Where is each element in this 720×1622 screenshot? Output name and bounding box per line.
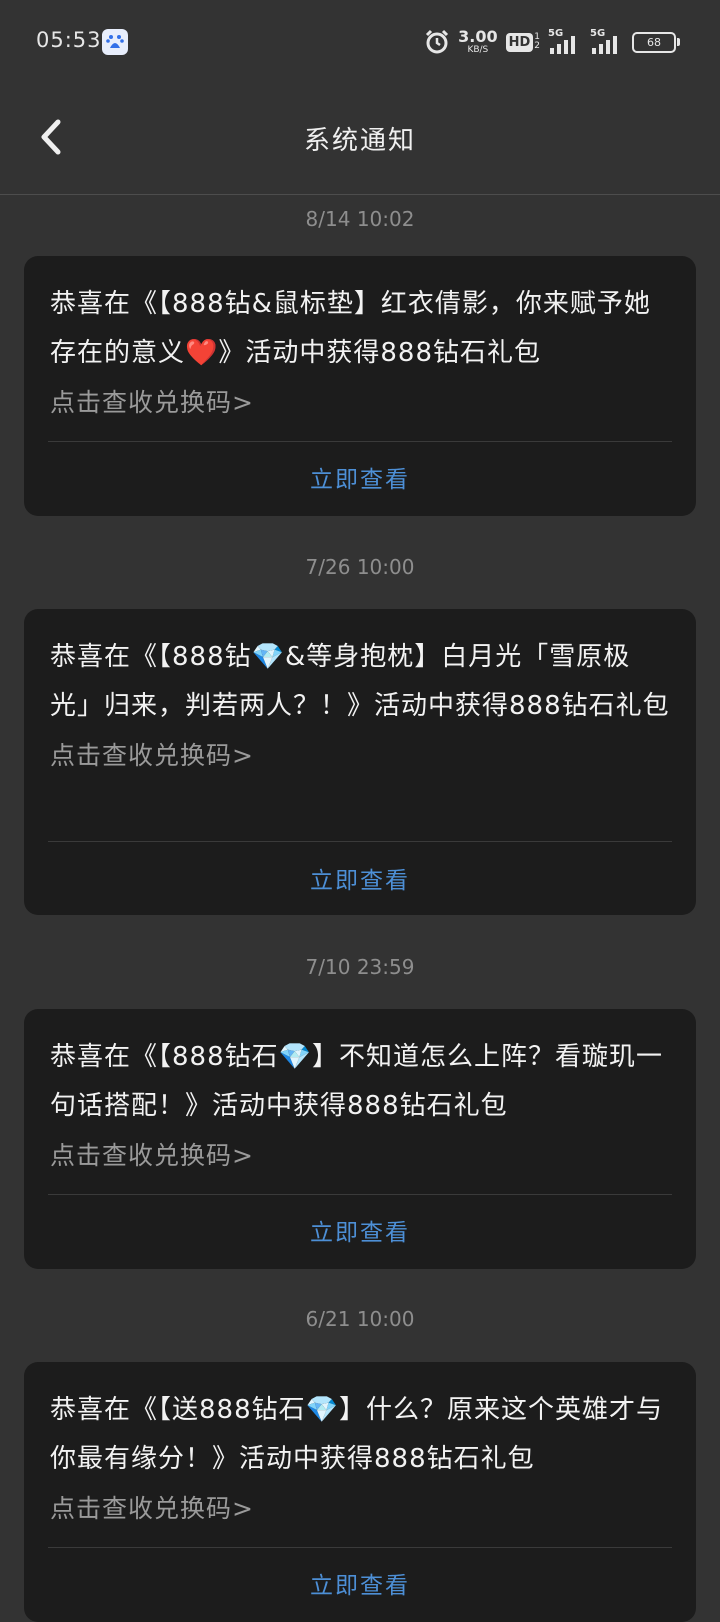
nav-bar: 系统通知	[0, 88, 720, 195]
notification-date: 6/21 10:00	[305, 1307, 415, 1331]
hd-sim-2: 2	[534, 41, 540, 51]
signal-icon-sim2: 5G	[590, 28, 624, 56]
redeem-code-link[interactable]: 点击查收兑换码>	[24, 1131, 696, 1180]
redeem-code-link[interactable]: 点击查收兑换码>	[24, 378, 696, 427]
network-speed-unit: KB/S	[467, 45, 489, 55]
notification-date: 7/26 10:00	[305, 555, 415, 579]
battery-icon: 68	[632, 31, 680, 53]
hd-label: HD	[505, 32, 534, 52]
network-speed-value: 3.00	[458, 27, 498, 46]
view-now-button[interactable]: 立即查看	[24, 1566, 696, 1600]
notification-text: 恭喜在《【送888钻石💎】什么？原来这个英雄才与你最有缘分！》活动中获得888钻…	[50, 1395, 663, 1474]
notification-date: 7/10 23:59	[305, 955, 415, 979]
redeem-code-link[interactable]: 点击查收兑换码>	[24, 731, 696, 780]
card-divider	[48, 1194, 672, 1195]
notification-card[interactable]: 恭喜在《【888钻&鼠标垫】红衣倩影，你来赋予她存在的意义❤️》活动中获得888…	[24, 256, 696, 516]
card-divider	[48, 1547, 672, 1548]
network-speed: 3.00 KB/S	[458, 29, 497, 55]
notification-text: 恭喜在《【888钻&鼠标垫】红衣倩影，你来赋予她存在的意义❤️》活动中获得888…	[50, 289, 651, 368]
alarm-icon	[424, 29, 450, 55]
notification-card[interactable]: 恭喜在《【888钻石💎】不知道怎么上阵？看璇玑一句话搭配！》活动中获得888钻石…	[24, 1009, 696, 1269]
card-divider	[48, 441, 672, 442]
notification-card[interactable]: 恭喜在《【888钻💎&等身抱枕】白月光「雪原极光」归来，判若两人？！》活动中获得…	[24, 609, 696, 915]
notification-card[interactable]: 恭喜在《【送888钻石💎】什么？原来这个英雄才与你最有缘分！》活动中获得888钻…	[24, 1362, 696, 1622]
view-now-button[interactable]: 立即查看	[24, 460, 696, 494]
notification-text: 恭喜在《【888钻石💎】不知道怎么上阵？看璇玑一句话搭配！》活动中获得888钻石…	[50, 1042, 663, 1121]
notification-date: 8/14 10:02	[305, 207, 415, 231]
redeem-code-link[interactable]: 点击查收兑换码>	[24, 1484, 696, 1533]
view-now-button[interactable]: 立即查看	[24, 861, 696, 895]
baidu-app-icon	[102, 29, 128, 55]
hd-voice-icon: HD 1 2	[505, 32, 540, 52]
view-now-button[interactable]: 立即查看	[24, 1213, 696, 1247]
page-title: 系统通知	[303, 126, 416, 156]
notification-text: 恭喜在《【888钻💎&等身抱枕】白月光「雪原极光」归来，判若两人？！》活动中获得…	[50, 642, 670, 721]
signal-icon-sim1: 5G	[548, 28, 582, 56]
card-divider	[48, 841, 672, 842]
status-bar: 05:53 3.00 KB/S HD 1 2 5G 5G 68	[0, 0, 720, 88]
status-time: 05:53	[36, 28, 102, 52]
status-icons: 3.00 KB/S HD 1 2 5G 5G 68	[424, 26, 680, 58]
battery-level: 68	[647, 35, 661, 49]
